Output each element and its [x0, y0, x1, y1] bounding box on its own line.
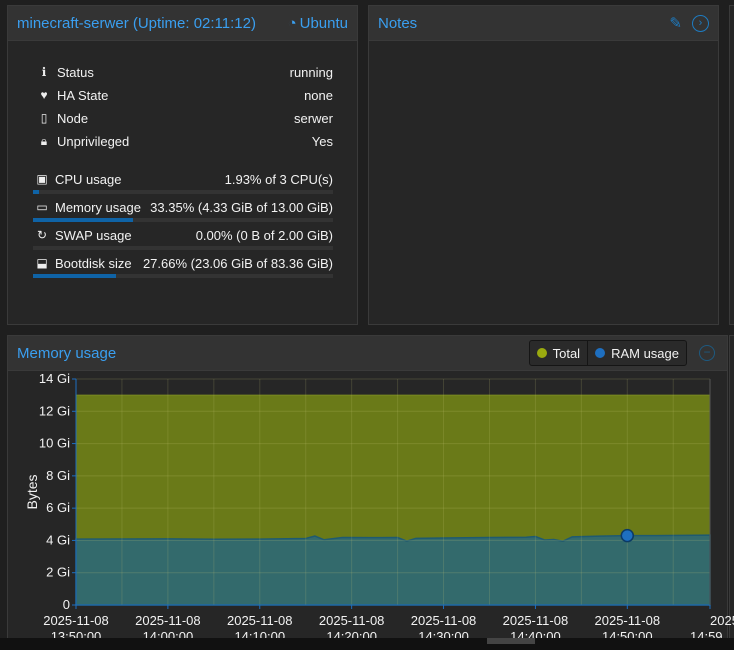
swap-usage-bar: [33, 246, 333, 250]
memory-chart-header: Memory usage Total RAM usage −: [8, 336, 727, 371]
memory-chart-panel: Memory usage Total RAM usage −: [7, 335, 728, 645]
notes-header: Notes ✎ ›: [369, 6, 718, 41]
os-label: ◔ Ubuntu: [287, 14, 348, 32]
cpu-usage-bar: [33, 190, 333, 194]
bootdisk-row: ⬓ Bootdisk size 27.66% (23.06 GiB of 83.36…: [36, 255, 333, 271]
partial-panel-2: [729, 335, 734, 645]
collapse-icon[interactable]: −: [699, 345, 715, 361]
summary-title: minecraft-serwer (Uptime: 02:11:12): [17, 14, 256, 32]
notes-title: Notes: [378, 14, 418, 32]
lock-icon: 🔒︎: [40, 133, 48, 148]
status-row: ℹ Status running: [37, 62, 333, 82]
bottom-scrollbar[interactable]: [0, 638, 734, 650]
heartbeat-icon: ♥: [40, 88, 48, 102]
node-row: ▯ Node serwer: [37, 108, 333, 128]
hdd-icon: ⬓: [36, 256, 48, 270]
memory-usage-bar: [33, 218, 333, 222]
info-icon: ℹ: [41, 65, 47, 79]
ram-dot-icon: [595, 348, 606, 358]
legend-total[interactable]: Total: [530, 341, 589, 365]
cpu-icon: ▣: [36, 172, 48, 186]
notes-panel: Notes ✎ ›: [368, 5, 719, 325]
swap-usage-row: ↻ SWAP usage 0.00% (0 B of 2.00 GiB): [36, 227, 333, 243]
collapse-chevron-icon[interactable]: ›: [692, 14, 709, 32]
refresh-icon: ↻: [36, 228, 48, 242]
memory-usage-row: ▭ Memory usage 33.35% (4.33 GiB of 13.00 G…: [36, 199, 333, 215]
chart-legend: Total RAM usage: [528, 340, 687, 366]
memory-icon: ▭: [36, 200, 48, 214]
cpu-usage-row: ▣ CPU usage 1.93% of 3 CPU(s): [36, 171, 333, 187]
bootdisk-bar: [33, 274, 333, 278]
ubuntu-icon: ◔: [287, 14, 297, 32]
server-icon: ▯: [40, 111, 48, 125]
scroll-handle[interactable]: [487, 638, 535, 644]
unprivileged-row: 🔒︎ Unprivileged Yes: [37, 131, 333, 151]
summary-panel: minecraft-serwer (Uptime: 02:11:12) ◔ Ubu…: [7, 5, 358, 325]
edit-icon[interactable]: ✎: [669, 14, 682, 32]
ha-state-row: ♥ HA State none: [37, 85, 333, 105]
summary-header: minecraft-serwer (Uptime: 02:11:12) ◔ Ubu…: [8, 6, 357, 41]
legend-ram-usage[interactable]: RAM usage: [588, 341, 686, 365]
memory-chart-title: Memory usage: [17, 344, 117, 362]
partial-panel: [729, 5, 734, 325]
total-dot-icon: [536, 348, 547, 358]
